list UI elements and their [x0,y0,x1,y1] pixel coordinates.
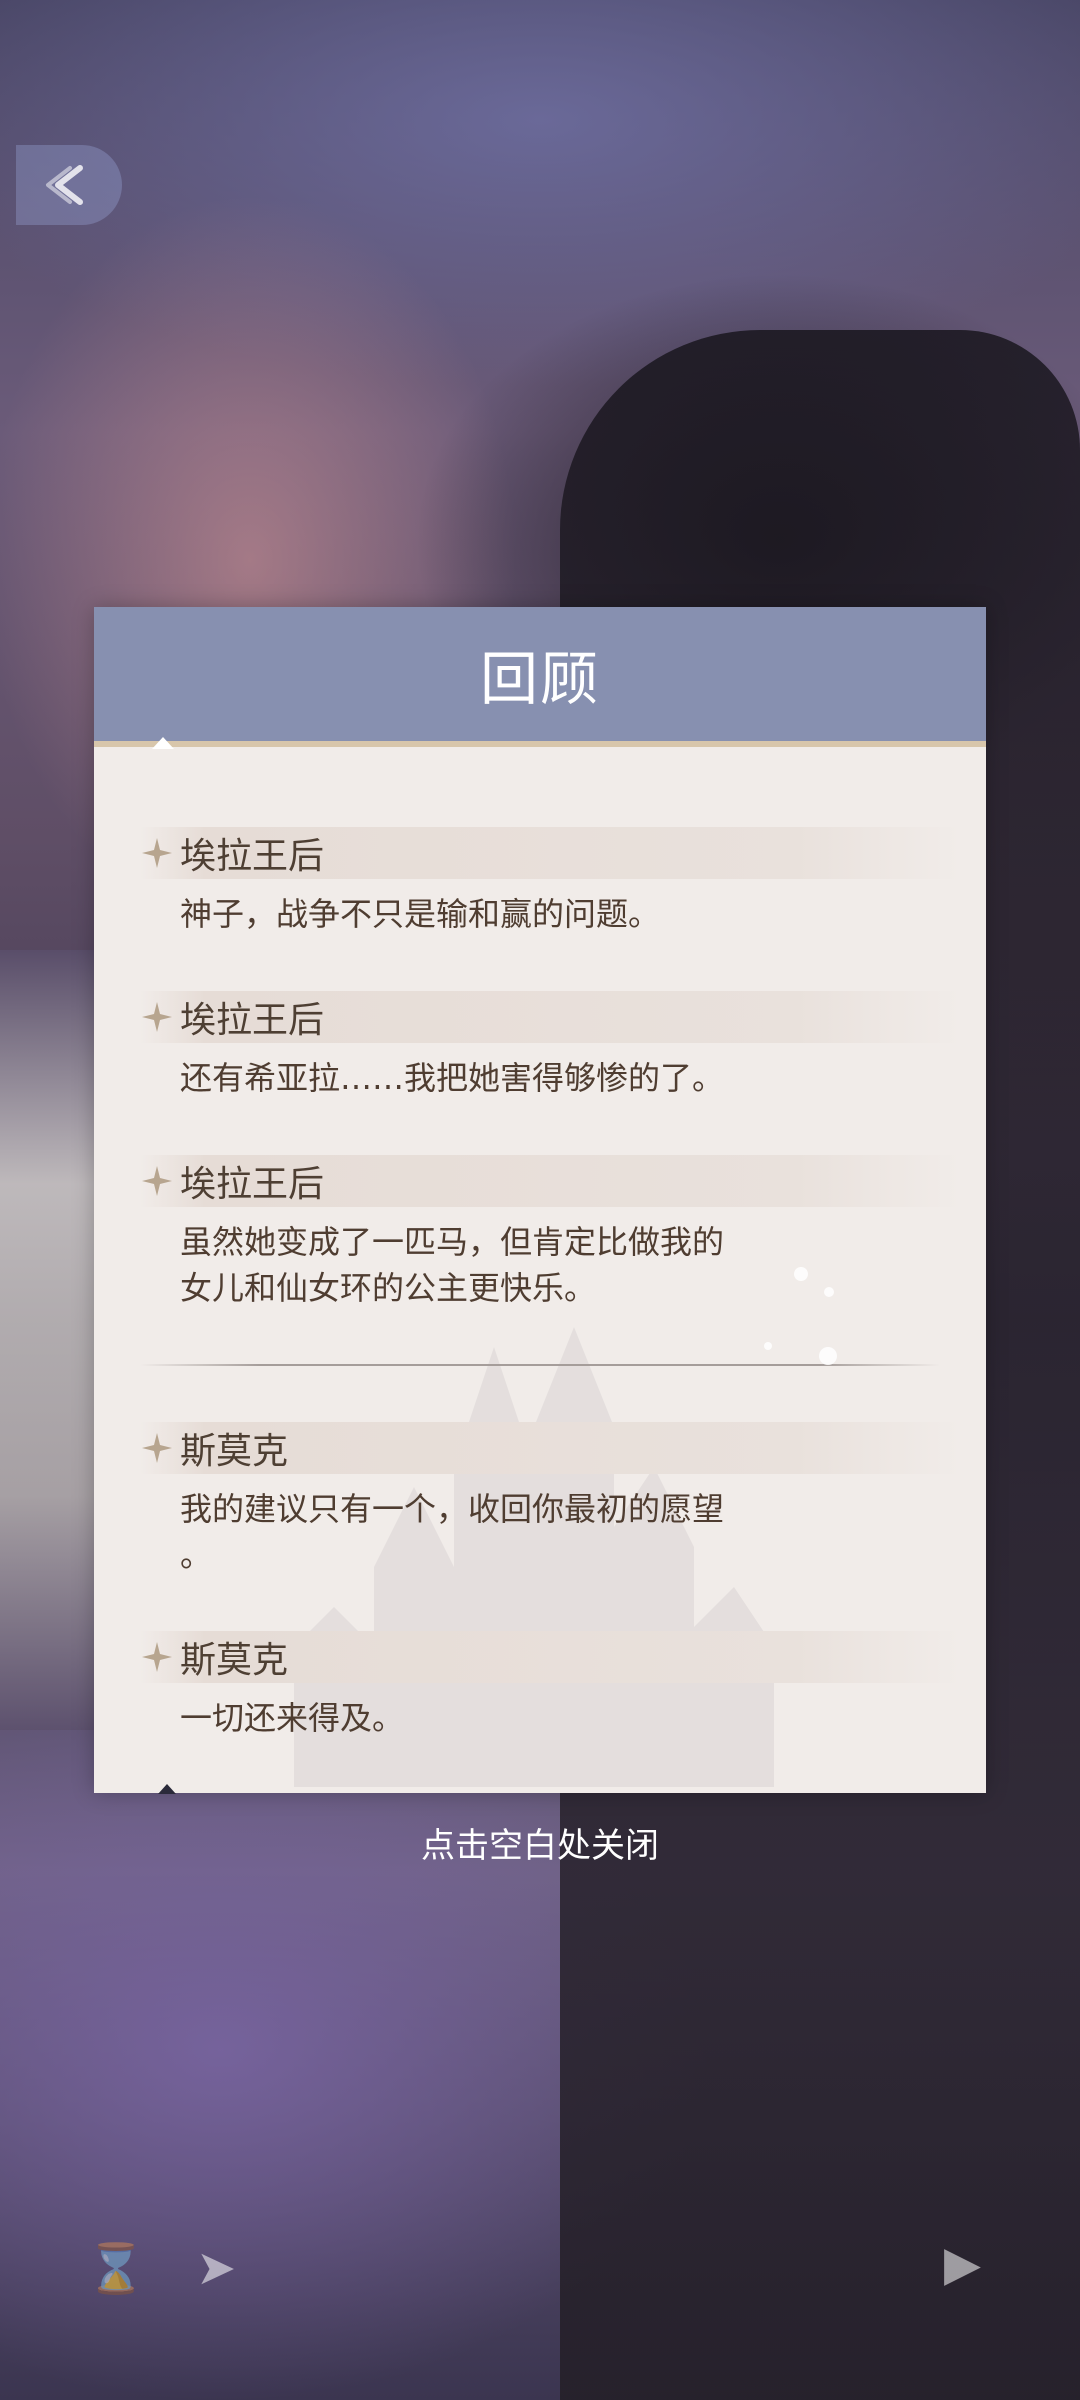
speaker-name: 埃拉王后 [140,991,324,1043]
section-divider [140,1364,940,1366]
sparkle [824,1287,834,1297]
back-arrow-icon [46,165,83,205]
dialog-header: 回顾 [94,607,986,747]
background-building [0,950,95,1730]
sparkle [764,1342,772,1350]
header-notch [152,737,174,749]
star-icon [142,1642,172,1672]
dialog-line: 我的建议只有一个，收回你最初的愿望 。 [180,1490,725,1574]
dialog-line: 神子，战争不只是输和赢的问题。 [180,895,661,933]
speaker-label: 埃拉王后 [180,1164,325,1205]
review-dialog: 回顾 埃拉王后 神子，战争不只是输和赢的问题。 埃拉王后 还有希亚拉……我把她害… [94,607,986,1794]
fast-forward-icon[interactable]: ➤ [196,2240,236,2296]
star-icon [142,838,172,868]
hourglass-icon[interactable]: ⌛ [86,2240,146,2297]
speaker-label: 埃拉王后 [180,1000,325,1041]
speaker-label: 斯莫克 [180,1640,289,1681]
speaker-label: 斯莫克 [180,1431,289,1472]
dialog-line: 一切还来得及。 [180,1699,405,1737]
speaker-name: 斯莫克 [140,1631,288,1683]
sparkle [819,1347,837,1365]
close-hint[interactable]: 点击空白处关闭 [0,1818,1080,1867]
speaker-name: 斯莫克 [140,1422,288,1474]
speaker-name: 埃拉王后 [140,827,324,879]
dialog-line: 还有希亚拉……我把她害得够惨的了。 [180,1059,725,1097]
star-icon [142,1433,172,1463]
dialog-title: 回顾 [479,645,600,713]
speaker-label: 埃拉王后 [180,836,325,877]
footer-notch [158,1784,176,1794]
back-button[interactable] [16,145,122,225]
play-icon[interactable]: ▶ [944,2236,981,2292]
sparkle [794,1267,808,1281]
speaker-name: 埃拉王后 [140,1155,324,1207]
star-icon [142,1166,172,1196]
star-icon [142,1002,172,1032]
dialog-line: 虽然她变成了一匹马，但肯定比做我的 女儿和仙女环的公主更快乐。 [180,1223,725,1307]
